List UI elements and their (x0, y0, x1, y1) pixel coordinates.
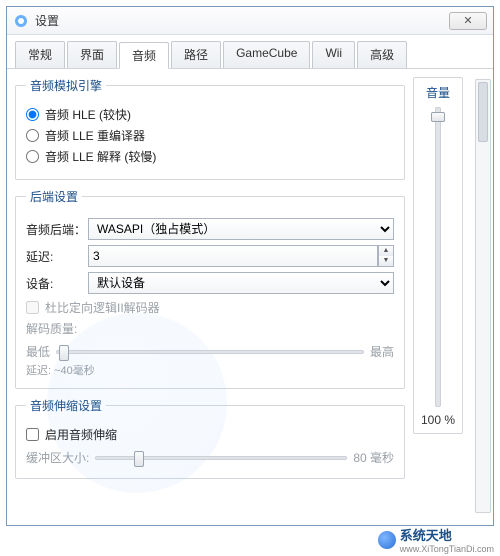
scrollbar-thumb[interactable] (478, 82, 488, 142)
window-title: 设置 (35, 12, 449, 29)
radio-hle-row[interactable]: 音频 HLE (较快) (26, 106, 394, 123)
radio-lle-interpreter-row[interactable]: 音频 LLE 解释 (较慢) (26, 148, 394, 165)
quality-slider-thumb (59, 345, 69, 361)
tab-bar: 常规 界面 音频 路径 GameCube Wii 高级 (7, 35, 493, 69)
latency-input[interactable] (88, 245, 378, 267)
latency-label: 延迟: (26, 248, 88, 265)
close-icon: ✕ (463, 14, 472, 27)
tab-audio[interactable]: 音频 (119, 42, 169, 69)
buffer-value: 80 毫秒 (353, 449, 394, 466)
volume-legend: 音量 (418, 84, 458, 101)
radio-lle-interpreter[interactable] (26, 150, 39, 163)
latency-spin-down[interactable]: ▼ (379, 256, 393, 266)
group-backend: 后端设置 音频后端： WASAPI（独占模式） 延迟: ▲ ▼ (15, 188, 405, 389)
device-label: 设备: (26, 275, 88, 292)
close-button[interactable]: ✕ (449, 12, 487, 30)
volume-value: 100 % (418, 413, 458, 427)
enable-stretch-row[interactable]: 启用音频伸缩 (26, 426, 394, 443)
quality-min-label: 最低 (26, 343, 50, 360)
radio-lle-recompiler-label: 音频 LLE 重编译器 (45, 127, 145, 144)
group-stretch: 音频伸缩设置 启用音频伸缩 缓冲区大小: 80 毫秒 (15, 397, 405, 479)
titlebar: 设置 ✕ (7, 7, 493, 35)
backend-legend: 后端设置 (26, 188, 82, 205)
group-audio-engine: 音频模拟引擎 音频 HLE (较快) 音频 LLE 重编译器 音频 LLE 解释… (15, 77, 405, 180)
volume-slider[interactable] (435, 107, 441, 407)
watermark-logo (378, 531, 396, 549)
dolby-row: 杜比定向逻辑II解码器 (26, 299, 394, 316)
tab-general[interactable]: 常规 (15, 41, 65, 68)
tab-paths[interactable]: 路径 (171, 41, 221, 68)
tab-wii[interactable]: Wii (312, 41, 355, 68)
stretch-legend: 音频伸缩设置 (26, 397, 106, 414)
volume-slider-thumb[interactable] (431, 112, 445, 122)
content-scrollbar[interactable] (475, 79, 491, 513)
radio-lle-recompiler-row[interactable]: 音频 LLE 重编译器 (26, 127, 394, 144)
radio-hle-label: 音频 HLE (较快) (45, 106, 131, 123)
decode-quality-label: 解码质量: (26, 320, 394, 337)
buffer-slider (95, 456, 347, 460)
dolby-checkbox (26, 301, 39, 314)
watermark-url: www.XiTongTianDi.com (400, 544, 494, 554)
tab-content: 音频模拟引擎 音频 HLE (较快) 音频 LLE 重编译器 音频 LLE 解释… (7, 69, 493, 523)
backend-label: 音频后端： (26, 221, 88, 238)
enable-stretch-label: 启用音频伸缩 (45, 426, 117, 443)
watermark-brand: 系统天地 (400, 525, 494, 544)
settings-window: 设置 ✕ 常规 界面 音频 路径 GameCube Wii 高级 音频模拟引擎 … (6, 6, 494, 526)
group-volume: 音量 100 % (413, 77, 463, 434)
app-icon (13, 13, 29, 29)
backend-select[interactable]: WASAPI（独占模式） (88, 218, 394, 240)
radio-lle-interpreter-label: 音频 LLE 解释 (较慢) (45, 148, 156, 165)
latency-spin-up[interactable]: ▲ (379, 246, 393, 256)
device-select[interactable]: 默认设备 (88, 272, 394, 294)
buffer-slider-thumb (134, 451, 144, 467)
tab-gamecube[interactable]: GameCube (223, 41, 310, 68)
tab-advanced[interactable]: 高级 (357, 41, 407, 68)
tab-interface[interactable]: 界面 (67, 41, 117, 68)
buffer-label: 缓冲区大小: (26, 449, 89, 466)
quality-slider (56, 350, 364, 354)
enable-stretch-checkbox[interactable] (26, 428, 39, 441)
radio-lle-recompiler[interactable] (26, 129, 39, 142)
audio-engine-legend: 音频模拟引擎 (26, 77, 106, 94)
radio-hle[interactable] (26, 108, 39, 121)
quality-max-label: 最高 (370, 343, 394, 360)
dolby-label: 杜比定向逻辑II解码器 (45, 299, 160, 316)
latency-note: 延迟: ~40毫秒 (26, 362, 394, 378)
